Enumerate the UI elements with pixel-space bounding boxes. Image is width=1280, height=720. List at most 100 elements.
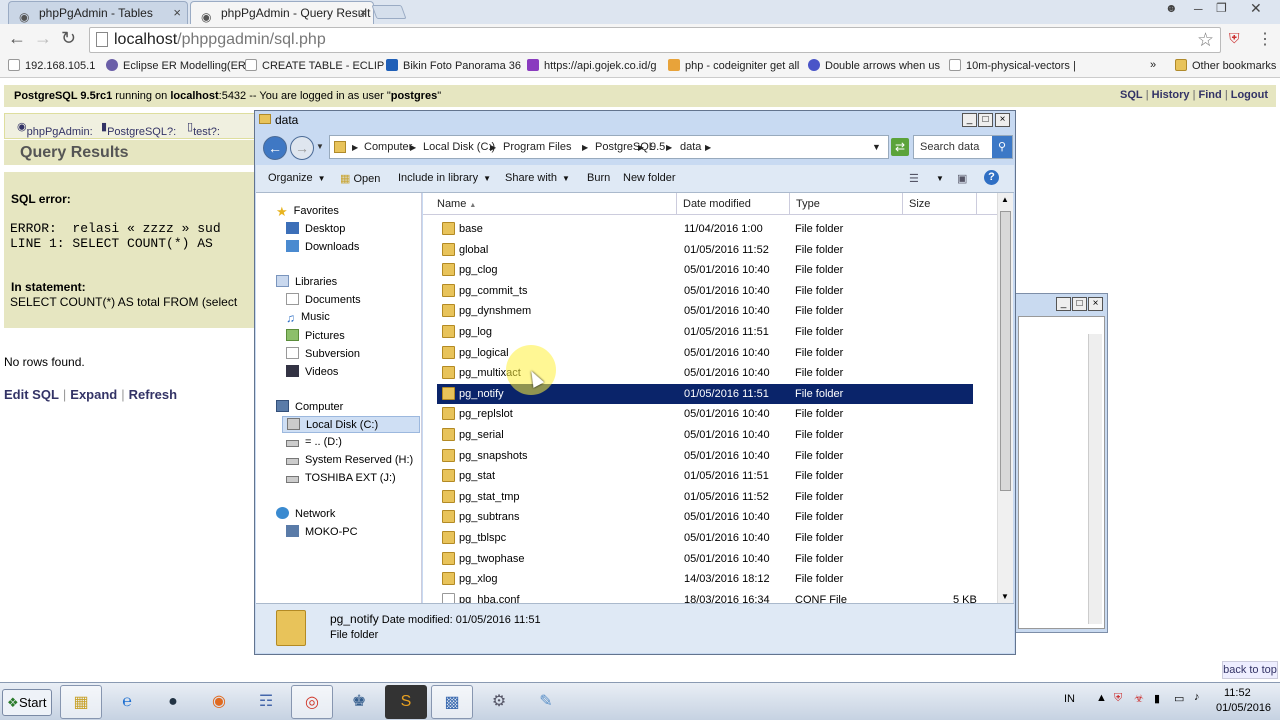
chevron-down-icon[interactable]: ▼	[936, 174, 944, 183]
logout-link[interactable]: Logout	[1231, 89, 1268, 101]
volume-icon[interactable]: ♪	[1194, 691, 1200, 703]
nav-drive-d[interactable]: = .. (D:)	[286, 436, 342, 448]
nav-subversion[interactable]: Subversion	[286, 347, 360, 360]
history-link[interactable]: History	[1152, 89, 1190, 101]
refresh-icon[interactable]: ⇄	[891, 138, 909, 156]
new-tab-button[interactable]	[371, 5, 407, 19]
nav-drive-h[interactable]: System Reserved (H:)	[286, 454, 413, 466]
taskbar-eclipse[interactable]: ●	[152, 685, 194, 719]
file-row[interactable]: pg_snapshots 05/01/2016 10:40 File folder	[437, 446, 973, 466]
crumb-program-files[interactable]: Program Files	[503, 141, 571, 153]
signal-icon[interactable]: ▭	[1174, 692, 1184, 705]
bookmarks-overflow-button[interactable]: »	[1150, 59, 1156, 71]
trail-postgresql[interactable]: ▮ PostgreSQL?:	[101, 120, 176, 138]
nav-computer[interactable]: Computer	[276, 400, 343, 413]
taskbar-window-switch[interactable]: ▩	[431, 685, 473, 719]
nav-network[interactable]: Network	[276, 507, 335, 520]
column-size[interactable]: Size	[903, 193, 977, 215]
column-type[interactable]: Type	[790, 193, 903, 215]
share-with-button[interactable]: Share with ▼	[505, 172, 570, 184]
file-row[interactable]: pg_serial 05/01/2016 10:40 File folder	[437, 425, 973, 445]
column-date-modified[interactable]: Date modified	[677, 193, 790, 215]
taskbar-chrome[interactable]: ◎	[291, 685, 333, 719]
taskbar-network-tool[interactable]: ☶	[245, 685, 287, 719]
vertical-scrollbar[interactable]: ▲ ▼	[997, 193, 1013, 603]
tab-phppgadmin-tables[interactable]: ◉ phpPgAdmin - Tables ×	[8, 1, 188, 24]
file-row[interactable]: pg_stat 01/05/2016 11:51 File folder	[437, 466, 973, 486]
chevron-right-icon[interactable]: ▶	[666, 143, 672, 152]
taskbar-ie[interactable]: ℮	[106, 685, 148, 719]
file-row[interactable]: pg_replslot 05/01/2016 10:40 File folder	[437, 404, 973, 424]
close-tab-icon[interactable]: ×	[173, 2, 181, 24]
clock-time[interactable]: 11:52	[1224, 687, 1251, 699]
crumb-local-disk[interactable]: Local Disk (C:)	[423, 141, 495, 153]
nav-downloads[interactable]: Downloads	[286, 240, 359, 253]
open-button[interactable]: ▦ Open	[340, 172, 380, 185]
expand-link[interactable]: Expand	[70, 387, 117, 402]
maximize-icon[interactable]: □	[1072, 297, 1087, 311]
scroll-up-icon[interactable]: ▲	[1001, 195, 1009, 204]
bookmark-item[interactable]: 10m-physical-vectors |	[949, 59, 1076, 72]
crumb-computer[interactable]: Computer	[364, 141, 412, 153]
burn-button[interactable]: Burn	[587, 172, 610, 184]
close-icon[interactable]: ×	[1088, 297, 1103, 311]
search-icon[interactable]: ⚲	[992, 136, 1012, 158]
column-name[interactable]: Name ▲	[423, 193, 677, 215]
file-row[interactable]: pg_subtrans 05/01/2016 10:40 File folder	[437, 507, 973, 527]
user-icon[interactable]: ☻	[1165, 1, 1178, 15]
bookmark-item[interactable]: php - codeigniter get all	[668, 59, 799, 72]
chevron-right-icon[interactable]: ▶	[410, 143, 416, 152]
start-button[interactable]: ❖ Start	[2, 689, 52, 716]
scroll-down-icon[interactable]: ▼	[1001, 592, 1009, 601]
nav-desktop[interactable]: Desktop	[286, 222, 345, 235]
nav-drive-j[interactable]: TOSHIBA EXT (J:)	[286, 472, 396, 484]
file-row[interactable]: pg_clog 05/01/2016 10:40 File folder	[437, 260, 973, 280]
organize-button[interactable]: Organize ▼	[268, 172, 326, 184]
nav-pictures[interactable]: Pictures	[286, 329, 345, 342]
other-bookmarks[interactable]: Other bookmarks	[1175, 59, 1276, 72]
breadcrumb[interactable]: ▶ Computer ▶ Local Disk (C:) ▶ Program F…	[329, 135, 889, 159]
bookmark-item[interactable]: 192.168.105.1	[8, 59, 95, 72]
back-arrow-icon[interactable]: ←	[263, 136, 287, 160]
bookmark-item[interactable]: CREATE TABLE - ECLIP	[245, 59, 384, 72]
recent-pages-icon[interactable]: ▼	[316, 142, 324, 151]
nav-music[interactable]: ♫ Music	[286, 311, 330, 325]
file-row[interactable]: pg_stat_tmp 01/05/2016 11:52 File folder	[437, 487, 973, 507]
show-hidden-icons-icon[interactable]: ▲	[1096, 692, 1107, 704]
history-dropdown-icon[interactable]: ▼	[872, 142, 881, 152]
reload-icon[interactable]: ↻	[61, 28, 76, 49]
nav-libraries[interactable]: Libraries	[276, 275, 337, 288]
minimize-icon[interactable]: _	[962, 113, 977, 127]
file-row[interactable]: base 11/04/2016 1:00 File folder	[437, 219, 973, 239]
minimize-icon[interactable]: ─	[1194, 2, 1203, 16]
chevron-right-icon[interactable]: ▶	[582, 143, 588, 152]
file-row[interactable]: pg_tblspc 05/01/2016 10:40 File folder	[437, 528, 973, 548]
shield-icon[interactable]: ⛨	[1114, 692, 1122, 705]
forward-arrow-icon[interactable]: →	[34, 28, 52, 49]
bookmark-item[interactable]: Double arrows when us	[808, 59, 940, 72]
clock-date[interactable]: 01/05/2016	[1216, 702, 1271, 714]
close-tab-icon[interactable]: ×	[359, 2, 367, 24]
back-arrow-icon[interactable]: ←	[8, 28, 26, 49]
find-link[interactable]: Find	[1199, 89, 1222, 101]
taskbar-explorer[interactable]: ▦	[60, 685, 102, 719]
menu-icon[interactable]: ⋮	[1257, 29, 1273, 49]
chevron-right-icon[interactable]: ▶	[705, 143, 711, 152]
tab-query-results[interactable]: ◉ phpPgAdmin - Query Result ×	[190, 1, 374, 24]
taskbar-sublime[interactable]: S	[385, 685, 427, 719]
crumb-data[interactable]: data	[680, 141, 701, 153]
file-row[interactable]: pg_dynshmem 05/01/2016 10:40 File folder	[437, 301, 973, 321]
include-in-library-button[interactable]: Include in library ▼	[398, 172, 491, 184]
antivirus-icon[interactable]: ☣	[1134, 692, 1144, 705]
chevron-right-icon[interactable]: ▶	[638, 143, 644, 152]
extension-shield-icon[interactable]: ⛨	[1229, 30, 1240, 47]
address-bar[interactable]: localhost/phppgadmin/sql.php ☆	[89, 27, 1221, 53]
background-window[interactable]: _ □ ×	[1015, 293, 1108, 633]
nav-moko-pc[interactable]: MOKO-PC	[286, 525, 358, 538]
nav-favorites[interactable]: ★ Favorites	[276, 204, 339, 219]
scrollbar[interactable]	[1088, 334, 1102, 624]
file-row[interactable]: pg_commit_ts 05/01/2016 10:40 File folder	[437, 281, 973, 301]
chevron-right-icon[interactable]: ▶	[352, 143, 358, 152]
help-icon[interactable]: ?	[984, 170, 999, 185]
back-to-top-link[interactable]: back to top	[1222, 661, 1278, 679]
